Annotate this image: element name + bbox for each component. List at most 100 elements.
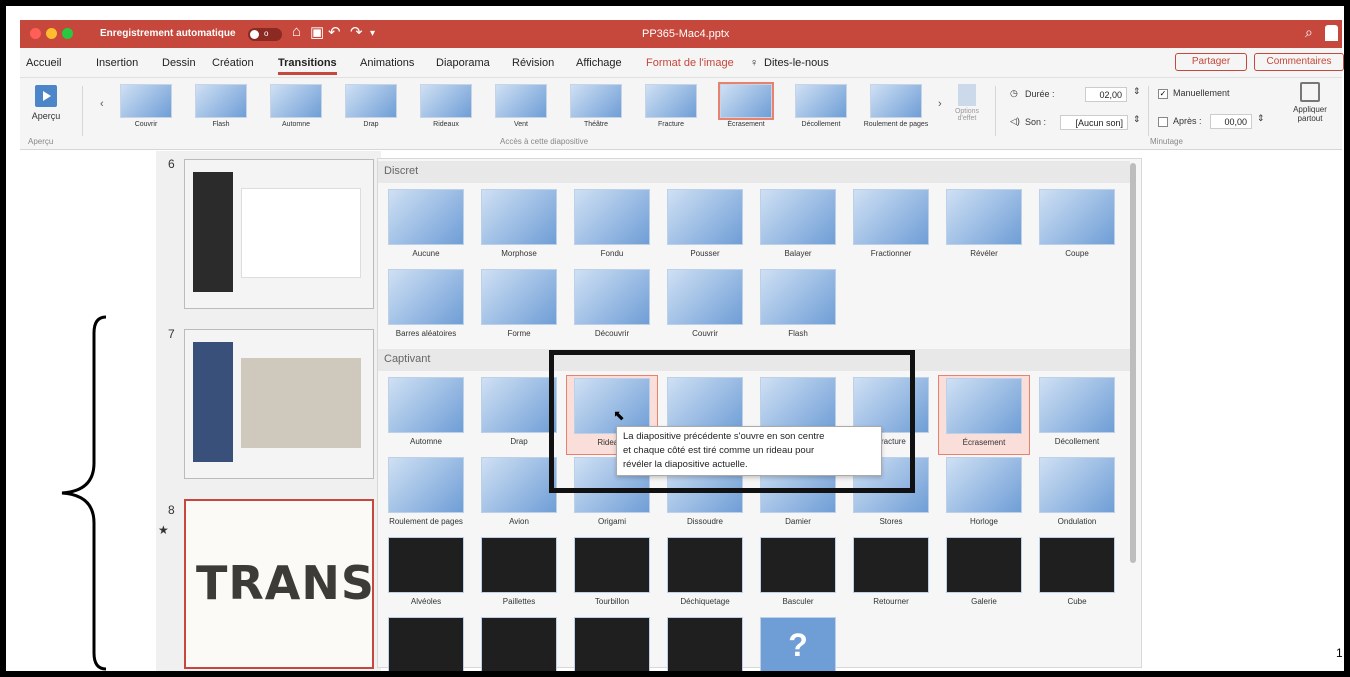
transition-option-paillettes[interactable]: Paillettes bbox=[473, 535, 565, 615]
transition-option-fondu[interactable]: Fondu bbox=[566, 187, 658, 267]
ribbon-transition-decollement[interactable]: Décollement bbox=[785, 84, 857, 134]
transition-option-roulement-de-pages[interactable]: Roulement de pages bbox=[380, 455, 472, 535]
after-stepper[interactable]: ⇕ bbox=[1257, 113, 1265, 124]
ribbon-transition-rideaux[interactable]: Rideaux bbox=[410, 84, 482, 134]
transition-option-blank[interactable] bbox=[659, 615, 751, 671]
tooltip-line: La diapositive précédente s'ouvre en son… bbox=[623, 431, 825, 442]
transition-option-decouvrir[interactable]: Découvrir bbox=[566, 267, 658, 347]
transition-option-retourner[interactable]: Retourner bbox=[845, 535, 937, 615]
transition-option-blank[interactable] bbox=[473, 615, 565, 671]
zoom-window-icon[interactable] bbox=[62, 28, 73, 39]
timing-group-label: Minutage bbox=[1150, 137, 1183, 146]
transition-option-blank[interactable]: ? bbox=[752, 615, 844, 671]
tab-affichage[interactable]: Affichage bbox=[576, 57, 622, 69]
minimize-window-icon[interactable] bbox=[46, 28, 57, 39]
effect-options-button[interactable]: Options d'effet bbox=[952, 84, 982, 122]
transition-option-blank[interactable] bbox=[566, 615, 658, 671]
transition-label: Cube bbox=[1067, 597, 1087, 606]
transition-option-coupe[interactable]: Coupe bbox=[1031, 187, 1123, 267]
duration-stepper[interactable]: ⇕ bbox=[1133, 86, 1141, 97]
transition-option-aucune[interactable]: Aucune bbox=[380, 187, 472, 267]
transition-option-galerie[interactable]: Galerie bbox=[938, 535, 1030, 615]
after-field[interactable]: 00,00 bbox=[1210, 114, 1252, 129]
ribbon-transition-couvrir[interactable]: Couvrir bbox=[110, 84, 182, 134]
transition-option-tourbillon[interactable]: Tourbillon bbox=[566, 535, 658, 615]
close-window-icon[interactable] bbox=[30, 28, 41, 39]
transition-label: Barres aléatoires bbox=[395, 329, 457, 338]
transition-option-fractionner[interactable]: Fractionner bbox=[845, 187, 937, 267]
transition-option-decollement[interactable]: Décollement bbox=[1031, 375, 1123, 455]
ribbon-transition-automne[interactable]: Automne bbox=[260, 84, 332, 134]
tab-accueil[interactable]: Accueil bbox=[26, 57, 61, 69]
transition-thumbnail bbox=[388, 617, 464, 671]
transition-option-barres-aleatoires[interactable]: Barres aléatoires bbox=[380, 267, 472, 347]
sound-select[interactable]: [Aucun son] bbox=[1060, 115, 1128, 130]
transition-label: Théâtre bbox=[583, 121, 609, 128]
duration-field[interactable]: 02,00 bbox=[1085, 87, 1127, 102]
transition-option-dechiquetage[interactable]: Déchiquetage bbox=[659, 535, 751, 615]
transition-label: Roulement de pages bbox=[863, 121, 929, 128]
transition-thumbnail bbox=[760, 269, 836, 325]
transition-option-balayer[interactable]: Balayer bbox=[752, 187, 844, 267]
tab-dessin[interactable]: Dessin bbox=[162, 57, 196, 69]
autosave-toggle[interactable]: o bbox=[248, 28, 282, 41]
ribbon-transition-roulement-de-pages[interactable]: Roulement de pages bbox=[860, 84, 932, 134]
share-button[interactable]: Partager bbox=[1175, 53, 1247, 71]
ribbon-transition-theatre[interactable]: Théâtre bbox=[560, 84, 632, 134]
transition-label: Couvrir bbox=[692, 329, 718, 338]
transition-label: Tourbillon bbox=[594, 597, 630, 606]
home-icon[interactable]: ⌂ bbox=[292, 23, 301, 40]
transition-option-forme[interactable]: Forme bbox=[473, 267, 565, 347]
slide-thumbnail-6[interactable] bbox=[184, 159, 374, 309]
redo-icon[interactable]: ↷ bbox=[350, 23, 363, 41]
transition-option-reveler[interactable]: Révéler bbox=[938, 187, 1030, 267]
ribbon-transition-vent[interactable]: Vent bbox=[485, 84, 557, 134]
undo-icon[interactable]: ↶ bbox=[328, 23, 341, 41]
slide-thumbnail-8[interactable]: TRANSITI bbox=[184, 499, 443, 669]
ribbon-transition-fracture[interactable]: Fracture bbox=[635, 84, 707, 134]
tab-insertion[interactable]: Insertion bbox=[96, 57, 138, 69]
transition-option-couvrir[interactable]: Couvrir bbox=[659, 267, 751, 347]
autosave-label: Enregistrement automatique bbox=[100, 28, 236, 39]
tab-revision[interactable]: Révision bbox=[512, 57, 554, 69]
transition-option-blank[interactable] bbox=[380, 615, 472, 671]
transition-option-automne[interactable]: Automne bbox=[380, 375, 472, 455]
sound-dropdown-icon[interactable]: ⇕ bbox=[1133, 114, 1141, 125]
after-checkbox[interactable] bbox=[1158, 117, 1168, 127]
transition-option-morphose[interactable]: Morphose bbox=[473, 187, 565, 267]
transition-label: Flash bbox=[788, 329, 808, 338]
transition-thumbnail bbox=[388, 457, 464, 513]
ribbon-transition-ecrasement[interactable]: Écrasement bbox=[710, 82, 782, 134]
search-icon[interactable]: ⌕ bbox=[1305, 24, 1313, 41]
save-icon[interactable]: ▣ bbox=[310, 23, 324, 41]
user-icon[interactable] bbox=[1325, 25, 1338, 41]
transition-option-alveoles[interactable]: Alvéoles bbox=[380, 535, 472, 615]
tab-animations[interactable]: Animations bbox=[360, 57, 414, 69]
slide-thumbnail-7[interactable] bbox=[184, 329, 374, 479]
customize-toolbar-icon[interactable]: ▾ bbox=[370, 28, 375, 39]
gallery-scroll-right-icon[interactable]: › bbox=[938, 98, 942, 110]
slide-photo-graphic bbox=[241, 358, 361, 448]
transition-thumbnail bbox=[760, 537, 836, 593]
transition-option-horloge[interactable]: Horloge bbox=[938, 455, 1030, 535]
ribbon-transition-flash[interactable]: Flash bbox=[185, 84, 257, 134]
preview-button[interactable]: Aperçu bbox=[26, 82, 66, 134]
transition-option-basculer[interactable]: Basculer bbox=[752, 535, 844, 615]
ribbon-transition-drap[interactable]: Drap bbox=[335, 84, 407, 134]
transition-option-ecrasement[interactable]: Écrasement bbox=[938, 375, 1030, 455]
tab-transitions[interactable]: Transitions bbox=[278, 57, 337, 75]
tab-format-de-l-image[interactable]: Format de l'image bbox=[646, 57, 734, 69]
tab-dites-le-nous[interactable]: Dites-le-nous bbox=[764, 57, 829, 69]
transition-option-cube[interactable]: Cube bbox=[1031, 535, 1123, 615]
gallery-scroll-left-icon[interactable]: ‹ bbox=[100, 98, 104, 110]
manual-checkbox[interactable]: ✓ bbox=[1158, 89, 1168, 99]
pane-scrollbar[interactable] bbox=[1130, 163, 1136, 563]
comments-button[interactable]: Commentaires bbox=[1254, 53, 1344, 71]
transition-option-flash[interactable]: Flash bbox=[752, 267, 844, 347]
apply-to-all-button[interactable]: Appliquer partout bbox=[1282, 82, 1338, 123]
tab-creation[interactable]: Création bbox=[212, 57, 254, 69]
transition-thumbnail bbox=[667, 617, 743, 671]
transition-option-ondulation[interactable]: Ondulation bbox=[1031, 455, 1123, 535]
tab-diaporama[interactable]: Diaporama bbox=[436, 57, 490, 69]
transition-option-pousser[interactable]: Pousser bbox=[659, 187, 751, 267]
